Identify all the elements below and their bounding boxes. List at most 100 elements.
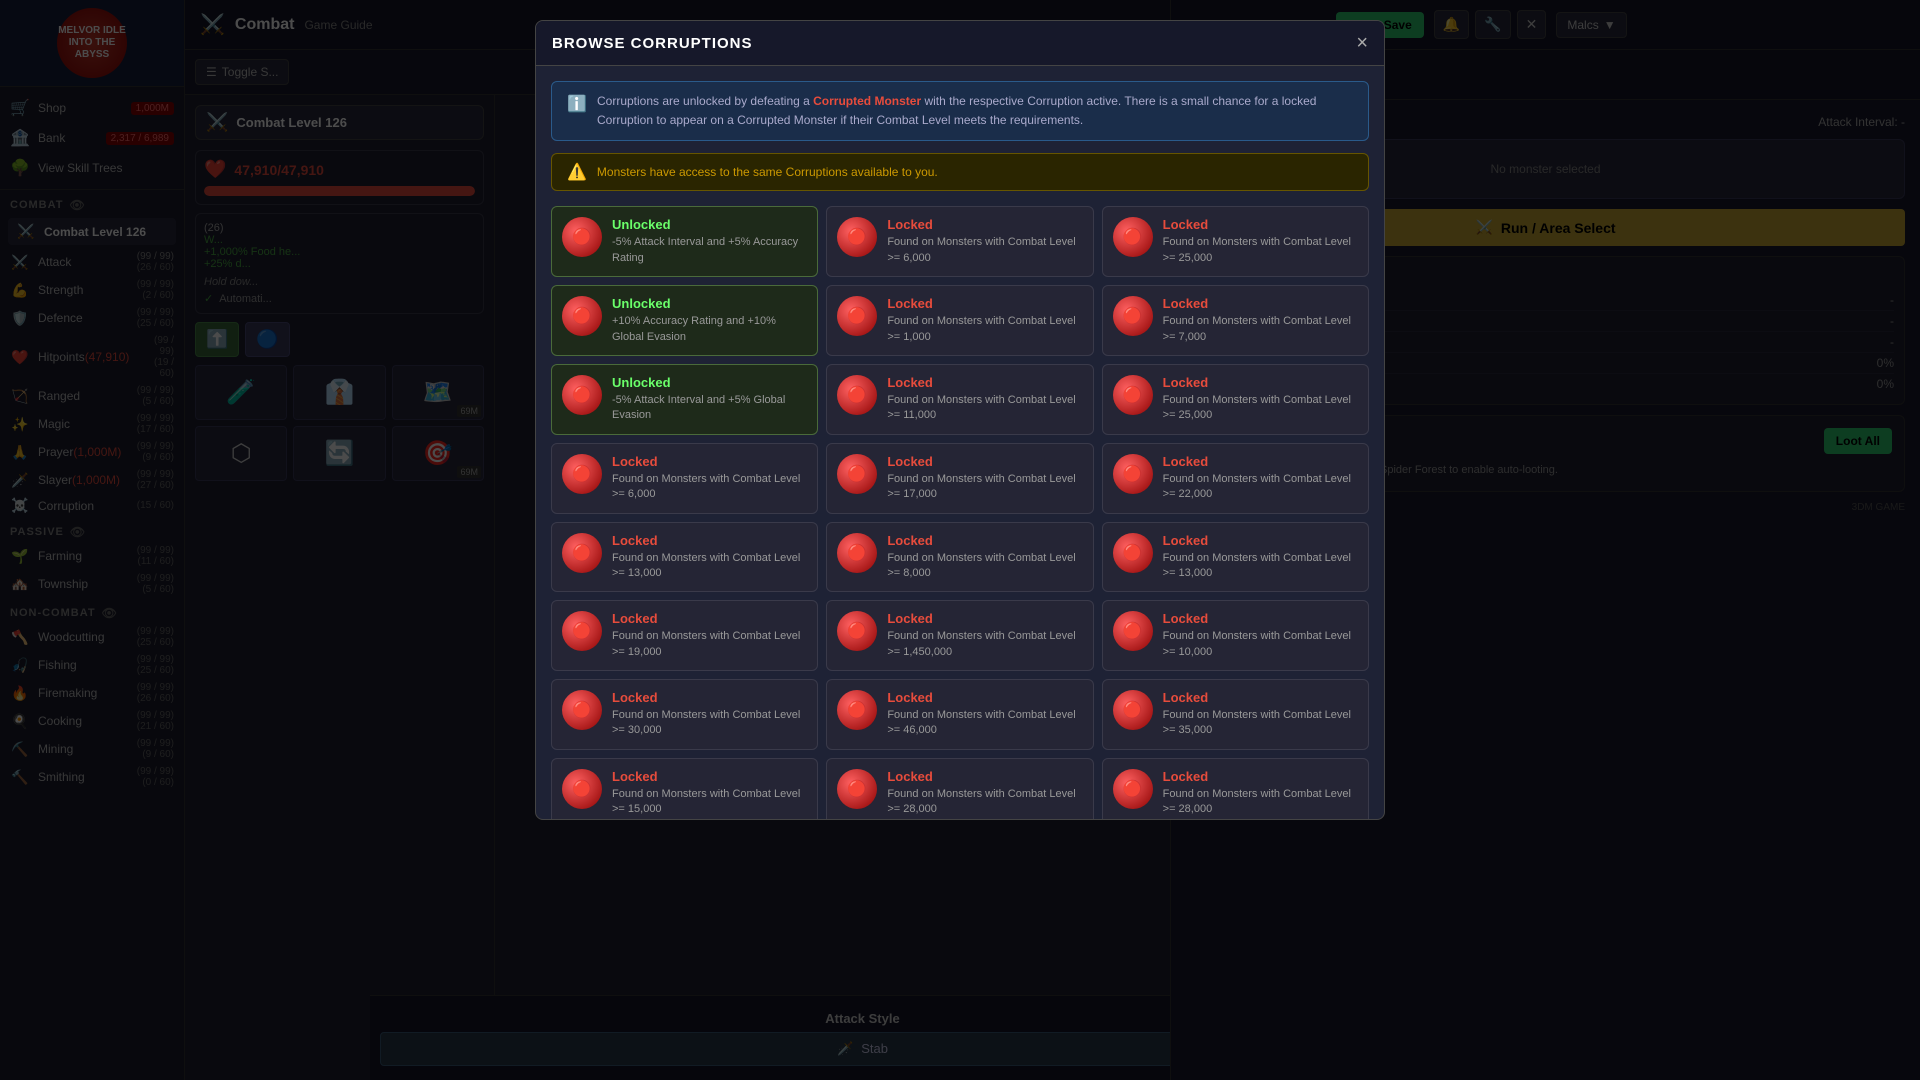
corruption-card[interactable]: 🔴 Locked Found on Monsters with Combat Lev… [1102,206,1369,277]
corruption-orb: 🔴 [1113,533,1153,573]
corruptions-modal: BROWSE CORRUPTIONS × ℹ️ Corruptions are … [535,20,1385,820]
corruption-orb: 🔴 [1113,217,1153,257]
corruption-status: Locked [887,296,1082,311]
corruption-desc: Found on Monsters with Combat Level >= 4… [887,708,1082,739]
corruption-desc: Found on Monsters with Combat Level >= 1… [887,393,1082,424]
corruption-orb: 🔴 [562,533,602,573]
corruption-orb: 🔴 [562,296,602,336]
corruption-info: Locked Found on Monsters with Combat Leve… [887,533,1082,582]
corruption-info: Locked Found on Monsters with Combat Leve… [1163,533,1358,582]
corruption-status: Locked [612,690,807,705]
corruption-status: Locked [887,769,1082,784]
corruption-card[interactable]: 🔴LockedFound on Monsters with Combat Lev… [1102,679,1369,750]
corruption-desc: Found on Monsters with Combat Level >= 1… [1163,551,1358,582]
corruption-card[interactable]: 🔴LockedFound on Monsters with Combat Lev… [551,522,818,593]
corruption-desc: Found on Monsters with Combat Level >= 2… [1163,235,1358,266]
corruption-info: Unlocked-5% Attack Interval and +5% Accu… [612,217,807,266]
corruption-info: LockedFound on Monsters with Combat Leve… [1163,454,1358,503]
corruption-desc: Found on Monsters with Combat Level >= 6… [612,472,807,503]
corruption-orb: 🔴 [1113,454,1153,494]
corruption-status: Locked [887,375,1082,390]
modal-header: BROWSE CORRUPTIONS × [536,21,1384,66]
warning-text: Monsters have access to the same Corrupt… [597,165,938,179]
corruption-info: Locked Found on Monsters with Combat Leve… [1163,690,1358,739]
corruption-info: LockedFound on Monsters with Combat Leve… [612,454,807,503]
corruption-card[interactable]: 🔴LockedFound on Monsters with Combat Lev… [826,758,1093,819]
modal-overlay[interactable]: BROWSE CORRUPTIONS × ℹ️ Corruptions are … [0,0,1920,1080]
corruption-info: Unlocked-5% Attack Interval and +5% Glob… [612,375,807,424]
corruption-info: LockedFound on Monsters with Combat Leve… [612,690,807,739]
corruption-card[interactable]: 🔴 Locked Found on Monsters with Combat Lev… [551,600,818,671]
corruption-info: LockedFound on Monsters with Combat Leve… [887,296,1082,345]
corruption-orb: 🔴 [562,375,602,415]
corruption-orb: 🔴 [562,769,602,809]
corruption-status: Locked [612,611,807,626]
corruption-card[interactable]: 🔴LockedFound on Monsters with Combat Lev… [826,600,1093,671]
corruption-desc: Found on Monsters with Combat Level >= 1… [612,629,807,660]
corruption-status: Locked [887,533,1082,548]
info-banner: ℹ️ Corruptions are unlocked by defeating… [551,81,1369,141]
corruption-status: Locked [612,533,807,548]
corruption-info: LockedFound on Monsters with Combat Leve… [612,533,807,582]
corruption-card[interactable]: 🔴LockedFound on Monsters with Combat Lev… [1102,758,1369,819]
corruption-info: Locked Found on Monsters with Combat Leve… [887,375,1082,424]
corruption-info: LockedFound on Monsters with Combat Leve… [1163,769,1358,818]
corruption-card[interactable]: 🔴LockedFound on Monsters with Combat Lev… [1102,443,1369,514]
corruption-info: LockedFound on Monsters with Combat Leve… [1163,611,1358,660]
corruption-status: Locked [887,690,1082,705]
corruption-card[interactable]: 🔴LockedFound on Monsters with Combat Lev… [551,679,818,750]
corruption-card[interactable]: 🔴LockedFound on Monsters with Combat Lev… [551,443,818,514]
corruption-card[interactable]: 🔴 Locked Found on Monsters with Combat Lev… [826,679,1093,750]
corruption-card[interactable]: 🔴LockedFound on Monsters with Combat Lev… [1102,600,1369,671]
corruption-card[interactable]: 🔴 Unlocked +10% Accuracy Rating and +10% G… [551,285,818,356]
corruption-desc: Found on Monsters with Combat Level >= 2… [1163,393,1358,424]
corruption-status: Locked [1163,217,1358,232]
corruption-orb: 🔴 [837,690,877,730]
corruption-status: Unlocked [612,375,807,390]
corruption-orb: 🔴 [837,217,877,257]
corruption-card[interactable]: 🔴Unlocked-5% Attack Interval and +5% Acc… [551,206,818,277]
corruption-info: LockedFound on Monsters with Combat Leve… [887,454,1082,503]
corruption-orb: 🔴 [1113,296,1153,336]
modal-body: ℹ️ Corruptions are unlocked by defeating… [536,66,1384,819]
corruption-status: Locked [887,454,1082,469]
corruption-status: Locked [1163,296,1358,311]
corruption-card[interactable]: 🔴LockedFound on Monsters with Combat Lev… [826,443,1093,514]
corruption-desc: Found on Monsters with Combat Level >= 1… [1163,629,1358,660]
warning-icon: ⚠️ [567,162,587,182]
corruption-status: Locked [1163,533,1358,548]
corruption-desc: Found on Monsters with Combat Level >= 3… [1163,708,1358,739]
corruption-status: Locked [1163,690,1358,705]
corruption-desc: Found on Monsters with Combat Level >= 1… [612,787,807,818]
corruption-card[interactable]: 🔴 Locked Found on Monsters with Combat Lev… [1102,522,1369,593]
corruption-desc: +10% Accuracy Rating and +10% Global Eva… [612,314,807,345]
corruption-status: Locked [887,217,1082,232]
corruption-desc: Found on Monsters with Combat Level >= 2… [1163,472,1358,503]
corruption-card[interactable]: 🔴 Locked Found on Monsters with Combat Lev… [826,206,1093,277]
corruption-info: Locked Found on Monsters with Combat Leve… [1163,217,1358,266]
corruption-desc: Found on Monsters with Combat Level >= 6… [887,235,1082,266]
corruption-status: Locked [1163,769,1358,784]
corruption-card[interactable]: 🔴LockedFound on Monsters with Combat Lev… [1102,285,1369,356]
corruption-card[interactable]: 🔴LockedFound on Monsters with Combat Lev… [826,285,1093,356]
corruption-info: Locked Found on Monsters with Combat Leve… [612,611,807,660]
corruption-orb: 🔴 [837,769,877,809]
corruption-status: Unlocked [612,296,807,311]
corruption-card[interactable]: 🔴LockedFound on Monsters with Combat Lev… [826,364,1093,435]
modal-close-button[interactable]: × [1356,33,1368,53]
corruption-orb: 🔴 [562,690,602,730]
corruption-orb: 🔴 [837,533,877,573]
corruption-info: LockedFound on Monsters with Combat Leve… [612,769,807,818]
info-icon: ℹ️ [567,92,587,130]
corruption-card[interactable]: 🔴LockedFound on Monsters with Combat Lev… [1102,364,1369,435]
corruption-desc: -5% Attack Interval and +5% Accuracy Rat… [612,235,807,266]
corruption-card[interactable]: 🔴Unlocked-5% Attack Interval and +5% Glo… [551,364,818,435]
corruption-orb: 🔴 [837,611,877,651]
corrupted-monster-text: Corrupted Monster [813,94,921,108]
corruption-orb: 🔴 [1113,769,1153,809]
corruption-card[interactable]: 🔴 Locked Found on Monsters with Combat Lev… [826,522,1093,593]
corruption-desc: Found on Monsters with Combat Level >= 8… [887,551,1082,582]
corruption-orb: 🔴 [562,217,602,257]
corruption-orb: 🔴 [562,611,602,651]
corruption-card[interactable]: 🔴LockedFound on Monsters with Combat Lev… [551,758,818,819]
